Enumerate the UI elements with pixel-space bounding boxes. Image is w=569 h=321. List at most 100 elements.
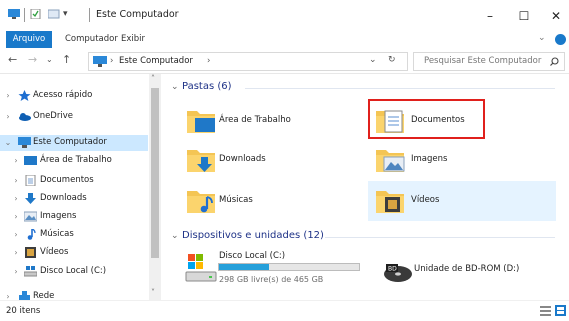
tab-arquivo[interactable]: Arquivo	[6, 31, 52, 48]
nav-label: Acesso rápido	[33, 90, 93, 100]
nav-item-downloads[interactable]: › Downloads	[0, 191, 148, 207]
computer-icon	[18, 137, 31, 148]
computer-icon	[93, 56, 107, 67]
videos-folder-icon	[376, 191, 404, 213]
chevron-right-icon[interactable]: ›	[11, 176, 21, 185]
search-placeholder: Pesquisar Este Computador	[424, 56, 542, 66]
close-button[interactable]: ✕	[539, 5, 569, 27]
chevron-right-icon[interactable]: ›	[11, 248, 21, 257]
computer-icon	[8, 9, 20, 19]
group-header-devices[interactable]: Dispositivos e unidades (12)	[182, 230, 324, 241]
divider	[245, 88, 555, 89]
maximize-button[interactable]: ☐	[507, 5, 541, 27]
chevron-right-icon[interactable]: ›	[11, 267, 21, 276]
bd-rom-icon: BD	[384, 264, 412, 282]
details-view-icon[interactable]	[540, 305, 551, 316]
navigation-pane: › Acesso rápido › OneDrive ⌄ Este Comput…	[0, 74, 164, 301]
address-bar[interactable]: › Este Computador › ⌄ ↻	[88, 52, 408, 71]
folder-musicas[interactable]: Músicas	[169, 181, 357, 221]
divider	[89, 8, 90, 22]
nav-item-este-computador[interactable]: ⌄ Este Computador	[0, 135, 148, 151]
music-folder-icon	[187, 191, 215, 213]
nav-item-imagens[interactable]: › Imagens	[0, 209, 148, 225]
folder-label: Vídeos	[411, 195, 440, 205]
chevron-right-icon[interactable]: ›	[11, 194, 21, 203]
scroll-up-icon[interactable]: ˄	[151, 74, 155, 83]
group-header-folders[interactable]: Pastas (6)	[182, 81, 232, 92]
folder-label: Área de Trabalho	[219, 115, 291, 125]
nav-label: Este Computador	[33, 137, 107, 147]
ribbon-tabs: Arquivo Computador Exibir ⌄	[0, 31, 569, 48]
drive-usage-fill	[219, 264, 270, 270]
address-dropdown-icon[interactable]: ⌄	[369, 55, 377, 65]
search-input[interactable]: Pesquisar Este Computador	[413, 52, 565, 71]
content-scrollbar[interactable]	[561, 74, 569, 300]
back-button[interactable]: ←	[8, 53, 17, 66]
title-bar: ▾ Este Computador – ☐ ✕	[0, 0, 569, 31]
new-folder-icon[interactable]	[48, 9, 60, 19]
drive-bd-rom-d[interactable]: BD Unidade de BD-ROM (D:)	[368, 250, 556, 290]
folder-area-de-trabalho[interactable]: Área de Trabalho	[169, 101, 357, 141]
recent-locations-icon[interactable]: ⌄	[46, 55, 53, 64]
breadcrumb-current[interactable]: Este Computador	[119, 56, 193, 66]
divider	[325, 237, 555, 238]
nav-label: Músicas	[40, 229, 74, 239]
chevron-right-icon[interactable]: ›	[3, 91, 13, 100]
download-icon	[25, 193, 36, 204]
folder-label: Imagens	[411, 154, 448, 164]
chevron-right-icon[interactable]: ›	[11, 156, 21, 165]
forward-button[interactable]: →	[28, 53, 37, 66]
group-collapse-icon[interactable]: ⌄	[171, 82, 179, 92]
downloads-folder-icon	[187, 150, 215, 172]
folder-videos[interactable]: Vídeos	[368, 181, 556, 221]
pictures-folder-icon	[376, 150, 405, 172]
drive-label: Unidade de BD-ROM (D:)	[414, 264, 520, 274]
nav-item-documentos[interactable]: › Documentos	[0, 173, 148, 189]
nav-label: Vídeos	[40, 247, 69, 257]
search-icon[interactable]	[550, 57, 559, 66]
content-pane: ⌄ Pastas (6) Área de Trabalho Documentos…	[165, 74, 563, 300]
nav-label: Disco Local (C:)	[40, 266, 107, 276]
scrollbar-thumb[interactable]	[151, 88, 159, 258]
item-count: 20 itens	[6, 306, 41, 316]
group-collapse-icon[interactable]: ⌄	[171, 231, 179, 241]
document-icon	[25, 175, 36, 186]
chevron-down-icon[interactable]: ⌄	[3, 138, 13, 147]
star-icon	[18, 90, 31, 101]
hard-drive-icon	[185, 254, 217, 282]
up-button[interactable]: ↑	[62, 53, 71, 66]
chevron-right-icon[interactable]: ›	[11, 230, 21, 239]
cloud-icon	[19, 113, 31, 121]
nav-item-onedrive[interactable]: › OneDrive	[0, 109, 148, 125]
tiles-view-icon[interactable]	[555, 305, 566, 316]
chevron-right-icon[interactable]: ›	[11, 212, 21, 221]
nav-item-acesso-rapido[interactable]: › Acesso rápido	[0, 88, 148, 104]
nav-item-area-de-trabalho[interactable]: › Área de Trabalho	[0, 153, 148, 169]
drive-disco-local-c[interactable]: Disco Local (C:) 298 GB livre(s) de 465 …	[169, 246, 365, 290]
tab-exibir[interactable]: Exibir	[121, 31, 145, 48]
svg-text:BD: BD	[388, 266, 397, 273]
nav-item-musicas[interactable]: › Músicas	[0, 227, 148, 243]
breadcrumb-separator: ›	[110, 56, 114, 66]
tab-computador[interactable]: Computador	[65, 31, 118, 48]
refresh-icon[interactable]: ↻	[388, 55, 396, 65]
nav-label: OneDrive	[33, 111, 73, 121]
chevron-right-icon[interactable]: ›	[3, 112, 13, 121]
highlight-box	[368, 99, 485, 139]
help-icon[interactable]	[555, 34, 566, 45]
drive-free-space: 298 GB livre(s) de 465 GB	[219, 275, 324, 284]
nav-item-videos[interactable]: › Vídeos	[0, 245, 148, 261]
folder-imagens[interactable]: Imagens	[368, 140, 556, 180]
properties-icon[interactable]	[30, 9, 42, 19]
qa-dropdown-icon[interactable]: ▾	[63, 9, 68, 19]
nav-scrollbar[interactable]: ˄ ˅	[149, 74, 161, 300]
folder-downloads[interactable]: Downloads	[169, 140, 357, 180]
nav-item-disco-local[interactable]: › Disco Local (C:)	[0, 264, 148, 280]
scroll-down-icon[interactable]: ˅	[151, 288, 155, 297]
drive-usage-bar	[218, 263, 360, 271]
nav-label: Downloads	[40, 193, 87, 203]
desktop-folder-icon	[187, 111, 215, 133]
minimize-button[interactable]: –	[473, 5, 507, 27]
chevron-down-icon[interactable]: ⌄	[538, 33, 546, 43]
nav-label: Imagens	[40, 211, 77, 221]
